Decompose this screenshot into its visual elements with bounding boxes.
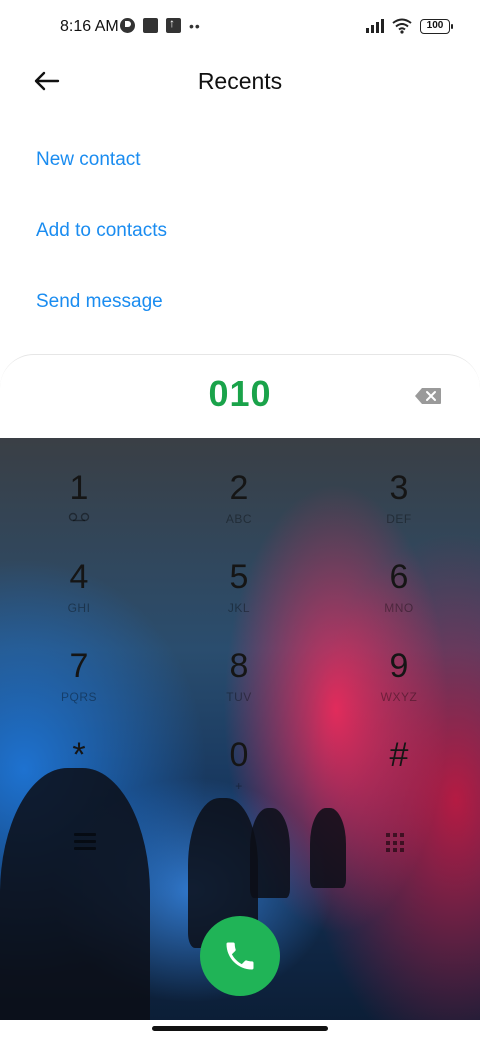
page-title: Recents <box>197 68 283 94</box>
key-letters: PQRS <box>60 690 97 704</box>
key-letters: DEF <box>386 512 412 526</box>
key-2[interactable]: 2 ABC <box>179 468 299 548</box>
grid-icon[interactable] <box>386 833 406 853</box>
keypad: 1 2 ABC 3 DEF 4 GHI 5 JKL 6 MNO 7 PQRS 8… <box>0 438 480 1040</box>
battery-icon: 100 <box>420 18 453 34</box>
call-button[interactable] <box>200 916 280 996</box>
wallpaper-figure <box>250 808 290 898</box>
contact-actions: New contact Add to contacts Send message <box>36 145 167 358</box>
key-0[interactable]: 0 + <box>179 735 299 815</box>
status-bar: 8:16 AM •• 100 <box>0 0 480 56</box>
square-icon <box>143 18 158 33</box>
key-letters: + <box>235 779 243 793</box>
status-time: 8:16 AM <box>60 18 119 35</box>
key-digit: 8 <box>229 647 249 685</box>
key-4[interactable]: 4 GHI <box>19 557 139 637</box>
add-to-contacts-link[interactable]: Add to contacts <box>36 216 167 287</box>
signal-icon <box>366 19 384 33</box>
key-digit: 2 <box>229 469 249 507</box>
key-digit: * <box>72 736 86 774</box>
backspace-icon[interactable] <box>414 387 442 405</box>
key-3[interactable]: 3 DEF <box>339 468 459 548</box>
wallpaper-figure <box>310 808 346 888</box>
dialer-panel: 010 1 2 ABC 3 DEF 4 GHI 5 JKL 6 MNO 7 PQ… <box>0 354 480 1040</box>
key-digit: 7 <box>69 647 89 685</box>
key-letters: MNO <box>384 601 414 615</box>
send-message-link[interactable]: Send message <box>36 287 167 358</box>
key-letters: TUV <box>226 690 252 704</box>
key-digit: 4 <box>69 558 89 596</box>
key-letters: JKL <box>227 601 251 615</box>
key-digit: # <box>389 736 409 774</box>
key-digit: 6 <box>389 558 409 596</box>
circle-icon <box>120 18 135 33</box>
status-right-icons: 100 <box>366 18 453 34</box>
home-indicator[interactable] <box>152 1026 328 1031</box>
key-digit: 0 <box>229 736 249 774</box>
key-7[interactable]: 7 PQRS <box>19 646 139 726</box>
key-hash[interactable]: # <box>339 735 459 815</box>
voicemail-icon <box>68 512 90 522</box>
key-9[interactable]: 9 WXYZ <box>339 646 459 726</box>
upload-icon <box>166 16 181 33</box>
key-star[interactable]: * <box>19 735 139 815</box>
key-5[interactable]: 5 JKL <box>179 557 299 637</box>
key-digit: 1 <box>69 469 89 507</box>
key-6[interactable]: 6 MNO <box>339 557 459 637</box>
key-letters: GHI <box>67 601 91 615</box>
key-digit: 5 <box>229 558 249 596</box>
phone-icon <box>226 942 254 970</box>
app-header: Recents <box>0 56 480 112</box>
new-contact-link[interactable]: New contact <box>36 145 167 216</box>
key-1[interactable]: 1 <box>19 468 139 548</box>
key-digit: 9 <box>389 647 409 685</box>
key-letters: WXYZ <box>380 690 418 704</box>
dialed-number: 010 <box>208 373 272 414</box>
key-letters: ABC <box>225 512 253 526</box>
wifi-icon <box>392 18 412 34</box>
menu-icon[interactable] <box>74 833 96 851</box>
more-dots-icon: •• <box>189 18 201 34</box>
key-digit: 3 <box>389 469 409 507</box>
key-8[interactable]: 8 TUV <box>179 646 299 726</box>
status-left-icons: •• <box>120 16 201 34</box>
home-bar <box>0 1020 480 1040</box>
